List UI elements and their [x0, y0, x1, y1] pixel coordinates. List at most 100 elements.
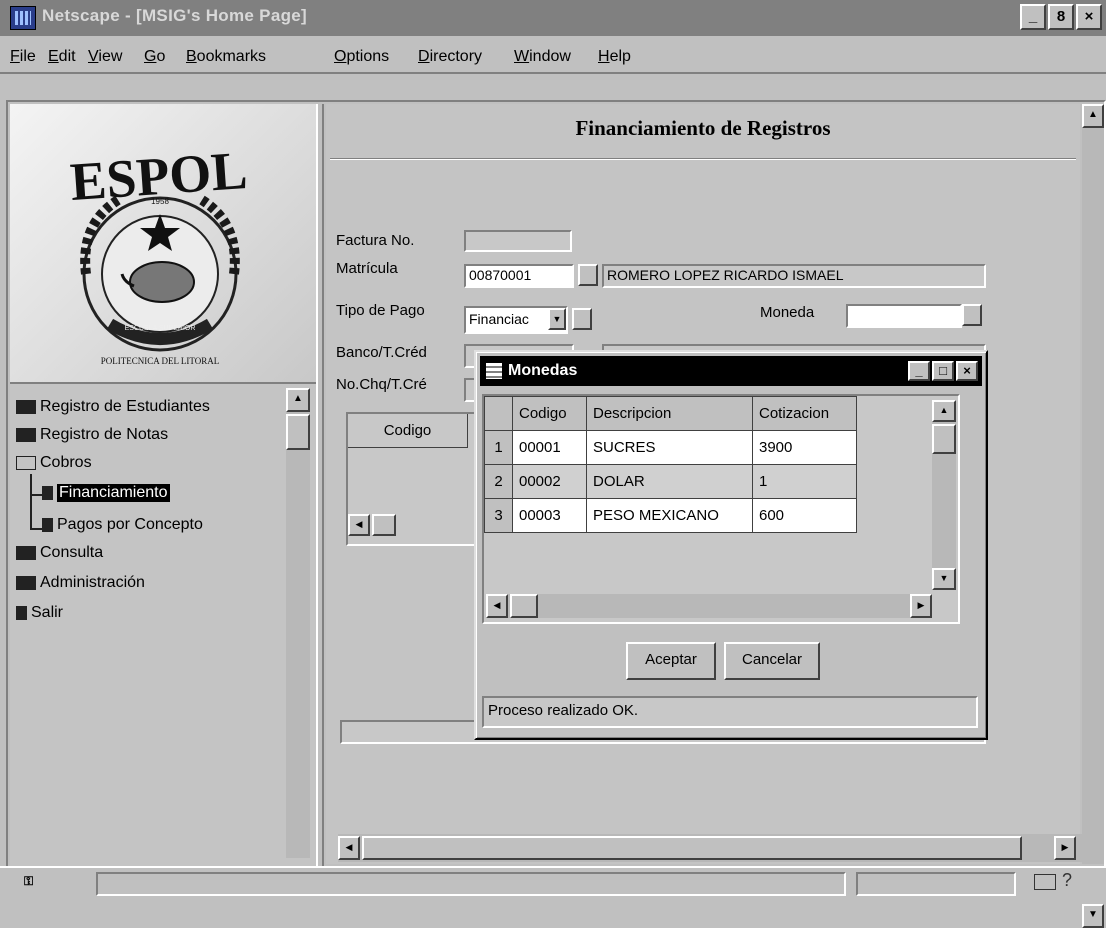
row-number[interactable]: 3 — [484, 498, 513, 533]
cotizacion-header[interactable]: Cotizacion — [752, 396, 857, 431]
frame-splitter[interactable] — [316, 104, 324, 866]
factura-field[interactable] — [464, 230, 572, 252]
tipo-pago-select[interactable]: Financiac ▼ — [464, 306, 568, 334]
nav-item-registro-estudiantes[interactable]: Registro de Estudiantes — [16, 398, 210, 416]
restore-button[interactable]: 8 — [1048, 4, 1074, 30]
codigo-cell[interactable]: 00001 — [512, 430, 587, 465]
codigo-cell[interactable]: 00003 — [512, 498, 587, 533]
nav-label: Consulta — [40, 544, 104, 561]
chevron-down-icon[interactable]: ▼ — [548, 308, 566, 330]
grid-vscrollbar[interactable]: ▲ ▼ — [932, 400, 956, 590]
hscroll-left-button[interactable]: ◀ — [338, 836, 360, 860]
table-row[interactable]: 2 00002 DOLAR 1 — [484, 464, 857, 499]
corner-header — [484, 396, 513, 431]
table-row[interactable]: 3 00003 PESO MEXICANO 600 — [484, 498, 857, 533]
nav-item-financiamiento[interactable]: Financiamiento — [42, 484, 170, 502]
codigo-column-header[interactable]: Codigo — [348, 414, 468, 448]
matricula-lookup-button[interactable] — [578, 264, 598, 286]
logo-frame: ESPOL 1958 ESCUELA SUPERIOR POLITECNICA … — [10, 104, 316, 382]
nochq-label: No.Chq/T.Cré — [336, 376, 427, 393]
dialog-minimize-button[interactable]: _ — [908, 361, 930, 381]
nav-item-consulta[interactable]: Consulta — [16, 544, 103, 562]
cotizacion-cell[interactable]: 600 — [752, 498, 857, 533]
logo-year: 1958 — [151, 197, 169, 206]
nav-item-salir[interactable]: Salir — [16, 604, 63, 622]
descripcion-cell[interactable]: DOLAR — [586, 464, 753, 499]
menu-options[interactable]: Options — [334, 48, 389, 66]
content-hscrollbar[interactable]: ◀ ▶ — [338, 834, 1082, 862]
descripcion-cell[interactable]: SUCRES — [586, 430, 753, 465]
netscape-app-icon[interactable] — [10, 6, 36, 30]
menu-go[interactable]: Go — [144, 48, 165, 66]
grid-scroll-left-button[interactable]: ◀ — [348, 514, 370, 536]
nav-label: Administración — [40, 574, 145, 591]
matricula-field[interactable]: 00870001 — [464, 264, 574, 288]
grid-hscroll-right-button[interactable]: ▶ — [910, 594, 932, 618]
mail-icon[interactable] — [1034, 874, 1056, 890]
grid-scroll-thumb[interactable] — [372, 514, 396, 536]
descripcion-cell[interactable]: PESO MEXICANO — [586, 498, 753, 533]
hscroll-thumb[interactable] — [362, 836, 1022, 860]
nav-item-registro-notas[interactable]: Registro de Notas — [16, 426, 168, 444]
dialog-title-bar[interactable]: Monedas _ □ × — [480, 356, 982, 386]
close-button[interactable]: × — [1076, 4, 1102, 30]
logo-ribbon: ESCUELA SUPERIOR — [125, 325, 196, 332]
scroll-down-button[interactable]: ▼ — [1082, 904, 1104, 928]
header-row: Codigo Descripcion Cotizacion — [484, 396, 857, 431]
monedas-grid[interactable]: Codigo Descripcion Cotizacion 1 00001 SU… — [482, 394, 960, 624]
document-icon — [16, 606, 27, 620]
menu-help[interactable]: Help — [598, 48, 631, 66]
menu-edit[interactable]: Edit — [48, 48, 76, 66]
dialog-menu-icon[interactable] — [486, 363, 502, 379]
grid-hscroll-thumb[interactable] — [510, 594, 538, 618]
student-name-field: ROMERO LOPEZ RICARDO ISMAEL — [602, 264, 986, 288]
page-title: Financiamiento de Registros — [575, 116, 831, 140]
document-icon — [42, 518, 53, 532]
descripcion-header[interactable]: Descripcion — [586, 396, 753, 431]
dialog-title: Monedas — [508, 362, 578, 379]
nav-scroll-up-button[interactable]: ▲ — [286, 388, 310, 412]
menu-file[interactable]: File — [10, 48, 36, 66]
table-row[interactable]: 1 00001 SUCRES 3900 — [484, 430, 857, 465]
folder-closed-icon — [16, 428, 36, 442]
codigo-cell[interactable]: 00002 — [512, 464, 587, 499]
tipo-pago-button[interactable] — [572, 308, 592, 330]
tipo-pago-value: Financiac — [469, 311, 529, 327]
folder-open-icon — [16, 456, 36, 470]
menu-view[interactable]: View — [88, 48, 122, 66]
nav-label: Cobros — [40, 454, 92, 471]
row-number[interactable]: 1 — [484, 430, 513, 465]
grid-hscrollbar[interactable]: ◀ ▶ — [486, 594, 932, 618]
codigo-header[interactable]: Codigo — [512, 396, 587, 431]
moneda-field[interactable] — [846, 304, 962, 328]
minimize-button[interactable]: _ — [1020, 4, 1046, 30]
nav-item-administracion[interactable]: Administración — [16, 574, 145, 592]
nav-item-pagos-concepto[interactable]: Pagos por Concepto — [42, 516, 203, 534]
menu-bookmarks[interactable]: Bookmarks — [186, 48, 266, 66]
cotizacion-cell[interactable]: 3900 — [752, 430, 857, 465]
hscroll-right-button[interactable]: ▶ — [1054, 836, 1076, 860]
grid-scroll-down-button[interactable]: ▼ — [932, 568, 956, 590]
content-scrollbar[interactable]: ▲ ▼ — [1082, 104, 1104, 928]
grid-scroll-up-button[interactable]: ▲ — [932, 400, 956, 422]
cotizacion-cell[interactable]: 1 — [752, 464, 857, 499]
help-icon[interactable]: ? — [1062, 870, 1072, 891]
moneda-lookup-button[interactable] — [962, 304, 982, 326]
row-number[interactable]: 2 — [484, 464, 513, 499]
factura-label: Factura No. — [336, 232, 415, 249]
monedas-dialog: Monedas _ □ × Codigo Descripcion Cotizac… — [474, 350, 988, 740]
progress-indicator — [856, 872, 1016, 896]
menu-directory[interactable]: Directory — [418, 48, 482, 66]
grid-hscroll-left-button[interactable]: ◀ — [486, 594, 508, 618]
matricula-label: Matrícula — [336, 260, 398, 277]
dialog-maximize-button[interactable]: □ — [932, 361, 954, 381]
grid-vscroll-thumb[interactable] — [932, 424, 956, 454]
menu-window[interactable]: Window — [514, 48, 571, 66]
nav-item-cobros[interactable]: Cobros — [16, 454, 92, 472]
nav-scroll-thumb[interactable] — [286, 414, 310, 450]
aceptar-button[interactable]: Aceptar — [626, 642, 716, 680]
cancelar-button[interactable]: Cancelar — [724, 642, 820, 680]
scroll-up-button[interactable]: ▲ — [1082, 104, 1104, 128]
dialog-close-button[interactable]: × — [956, 361, 978, 381]
nav-scrollbar[interactable]: ▲ — [286, 388, 310, 858]
